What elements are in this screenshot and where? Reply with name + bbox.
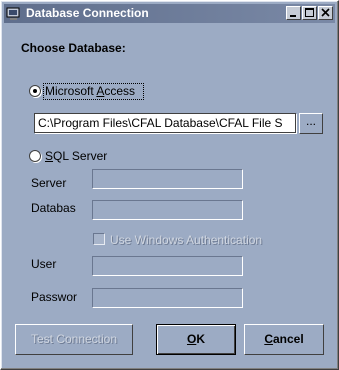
- user-label: User: [31, 257, 57, 271]
- radio-selected-dot: [33, 89, 37, 93]
- password-label: Passwor: [31, 290, 78, 304]
- database-connection-dialog: Database Connection Choose Database: Mic…: [0, 0, 339, 370]
- microsoft-access-label[interactable]: Microsoft Access: [45, 84, 135, 98]
- cancel-button[interactable]: Cancel: [244, 324, 324, 355]
- maximize-button[interactable]: [302, 6, 317, 20]
- title-bar[interactable]: Database Connection: [4, 4, 335, 23]
- ok-button[interactable]: OK: [156, 324, 236, 355]
- sql-server-radio[interactable]: [29, 150, 41, 162]
- windows-authentication-label: Use Windows Authentication: [110, 233, 263, 247]
- microsoft-access-radio[interactable]: [29, 85, 41, 97]
- database-input[interactable]: [92, 200, 243, 220]
- access-database-path-input[interactable]: C:\Program Files\CFAL Database\CFAL File…: [34, 113, 296, 133]
- close-icon: [321, 8, 330, 17]
- browse-button[interactable]: ...: [299, 113, 323, 134]
- maximize-icon: [305, 8, 314, 17]
- windows-authentication-checkbox[interactable]: [93, 233, 105, 245]
- test-connection-button[interactable]: Test Connection: [15, 324, 133, 355]
- password-input[interactable]: [92, 288, 243, 308]
- minimize-icon: [290, 15, 296, 17]
- minimize-button[interactable]: [286, 6, 301, 20]
- database-label: Databas: [31, 201, 76, 215]
- close-button[interactable]: [318, 6, 333, 20]
- choose-database-heading: Choose Database:: [21, 41, 126, 55]
- user-input[interactable]: [92, 256, 243, 276]
- window-title: Database Connection: [26, 6, 149, 20]
- server-input[interactable]: [92, 169, 243, 189]
- sql-server-label[interactable]: SQL Server: [45, 149, 107, 163]
- server-label: Server: [31, 176, 67, 190]
- database-icon: [6, 7, 20, 20]
